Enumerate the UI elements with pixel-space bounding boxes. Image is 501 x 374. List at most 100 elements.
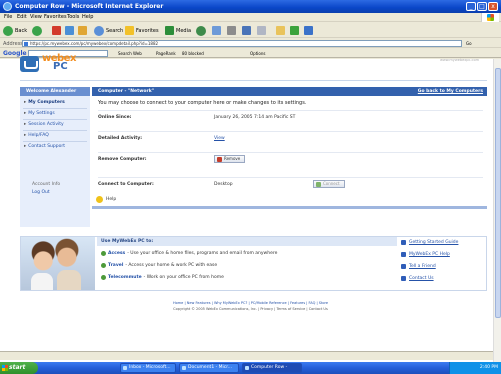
history-icon [196,25,206,36]
nav-item-my-computers[interactable]: ▸ My Computers [24,100,65,105]
promo-access-link[interactable]: Access [108,251,125,256]
forward-button[interactable] [32,25,42,36]
contact-us-link[interactable]: Contact Us [401,276,434,281]
back-to-computers-link[interactable]: Go back to My Computers [418,89,483,94]
system-tray: 2:40 PM [449,362,501,374]
research-icon [304,26,313,35]
pc-help-link[interactable]: MyWebEx PC Help [401,252,450,257]
popup-blocker-button[interactable]: 80 blocked [182,51,204,56]
doc-icon [401,240,406,245]
print-button[interactable] [227,25,236,36]
google-options-button[interactable]: Options [250,51,265,56]
page-content: webex PC www.mywebexpc.com Welcome Alexa… [0,53,501,362]
vertical-scrollbar[interactable] [493,59,501,362]
nav-item-my-settings[interactable]: ▸ My Settings [24,111,55,116]
folder-icon [276,26,285,35]
menu-view[interactable]: View [30,14,42,20]
bullet-icon [101,251,106,256]
header-site-text: www.mywebexpc.com [440,58,479,62]
menu-file[interactable]: File [4,14,12,20]
taskbar: start Inbox - Microsoft... Document1 - M… [0,362,501,374]
promo-box: Use MyWebEx PC to: Access - Use your off… [20,236,487,291]
promo-line-travel: Travel - Access your home & work PC with… [101,263,217,268]
panel-bottom-bar [92,206,487,209]
stop-button[interactable] [52,25,61,36]
nav-welcome: Welcome Alexander [20,87,90,96]
promo-title: Use MyWebEx PC to: [97,237,397,246]
print-icon [227,26,236,35]
help-icon [96,196,103,203]
refresh-button[interactable] [65,25,74,36]
nav-item-session-activity[interactable]: ▸ Session Activity [24,122,64,127]
menu-help[interactable]: Help [82,14,93,20]
toolbar: Back Search Favorites Media [0,23,501,38]
edit-button[interactable] [242,25,251,36]
tell-friend-link[interactable]: Tell a Friend [401,264,436,269]
messenger-button[interactable] [290,25,299,36]
media-button[interactable]: Media [165,25,191,36]
menu-tools[interactable]: Tools [67,14,79,20]
task-computer-row[interactable]: Computer Row - [242,363,302,373]
address-label: Address [3,41,23,47]
go-button[interactable]: Go [466,40,496,47]
star-icon [125,26,134,35]
left-navigation: Welcome Alexander ▸ My Computers ▸ My Sett… [20,87,90,227]
search-web-button[interactable]: Search Web [118,51,142,56]
mail-icon [212,26,221,35]
back-button[interactable]: Back [3,25,27,36]
doc-icon [401,276,406,281]
footer-links[interactable]: Home | New Features | Why MyWebEx PC? | … [0,301,501,305]
computer-detail-panel: Computer - "Network" Go back to My Compu… [92,87,487,227]
connect-icon [316,182,321,187]
panel-description: You may choose to connect to your comput… [98,100,307,106]
forward-arrow-icon [32,25,42,36]
mail-button[interactable] [212,25,221,36]
nav-item-contact-support[interactable]: ▸ Contact Support [24,144,65,149]
scrollbar-thumb[interactable] [495,68,501,318]
task-inbox[interactable]: Inbox - Microsoft... [120,363,176,373]
menu-edit[interactable]: Edit [17,14,27,20]
search-button[interactable]: Search [94,25,123,36]
maximize-button[interactable]: □ [477,2,487,11]
nav-item-help-faq[interactable]: ▸ Help/FAQ [24,133,49,138]
footer-copyright: Copyright © 2005 WebEx Communications, I… [173,307,328,311]
remove-button[interactable]: Remove [214,155,246,163]
home-button[interactable] [78,25,87,36]
stop-icon [52,26,61,35]
window-title: Computer Row - Microsoft Internet Explor… [15,3,164,10]
folder-button[interactable] [276,25,285,36]
title-bar[interactable]: Computer Row - Microsoft Internet Explor… [0,0,501,13]
minimize-button[interactable]: _ [466,2,476,11]
address-input[interactable]: https://pc.mywebex.com/pc/mywebex/compde… [22,40,462,47]
media-icon [165,26,174,35]
promo-line-telecommute: Telecommute - Work on your office PC fro… [101,275,224,280]
row-online-since: Online Since: January 26, 2005 7:14 am P… [98,110,483,124]
bullet-icon [101,275,106,280]
nav-log-out[interactable]: Log Out [32,190,50,195]
menu-favorites[interactable]: Favorites [44,14,67,20]
search-icon [94,25,104,36]
page-icon [24,42,28,46]
discuss-button[interactable] [257,25,266,36]
promo-telecommute-link[interactable]: Telecommute [108,275,142,280]
favorites-button[interactable]: Favorites [125,25,159,36]
messenger-icon [290,26,299,35]
research-button[interactable] [304,25,313,36]
view-activity-link[interactable]: View [214,136,225,141]
browser-window: Computer Row - Microsoft Internet Explor… [0,0,501,374]
start-button[interactable]: start [0,362,38,374]
promo-content: Use MyWebEx PC to: Access - Use your off… [97,237,397,290]
promo-travel-link[interactable]: Travel [108,263,123,268]
row-remove-computer: Remove Computer: Remove [98,152,483,166]
close-button[interactable]: x [488,2,498,11]
address-bar: Address https://pc.mywebex.com/pc/mywebe… [0,39,501,48]
task-document[interactable]: Document1 - Micr... [179,363,239,373]
status-bar [0,351,493,360]
menu-bar: File Edit View Favorites Tools Help [0,13,501,22]
nav-account-info[interactable]: Account Info [32,182,60,187]
history-button[interactable] [196,25,206,36]
getting-started-link[interactable]: Getting Started Guide [401,240,458,245]
help-link[interactable]: Help [96,196,116,203]
clock: 2:40 PM [479,365,498,370]
connect-button[interactable]: Connect [313,180,345,188]
